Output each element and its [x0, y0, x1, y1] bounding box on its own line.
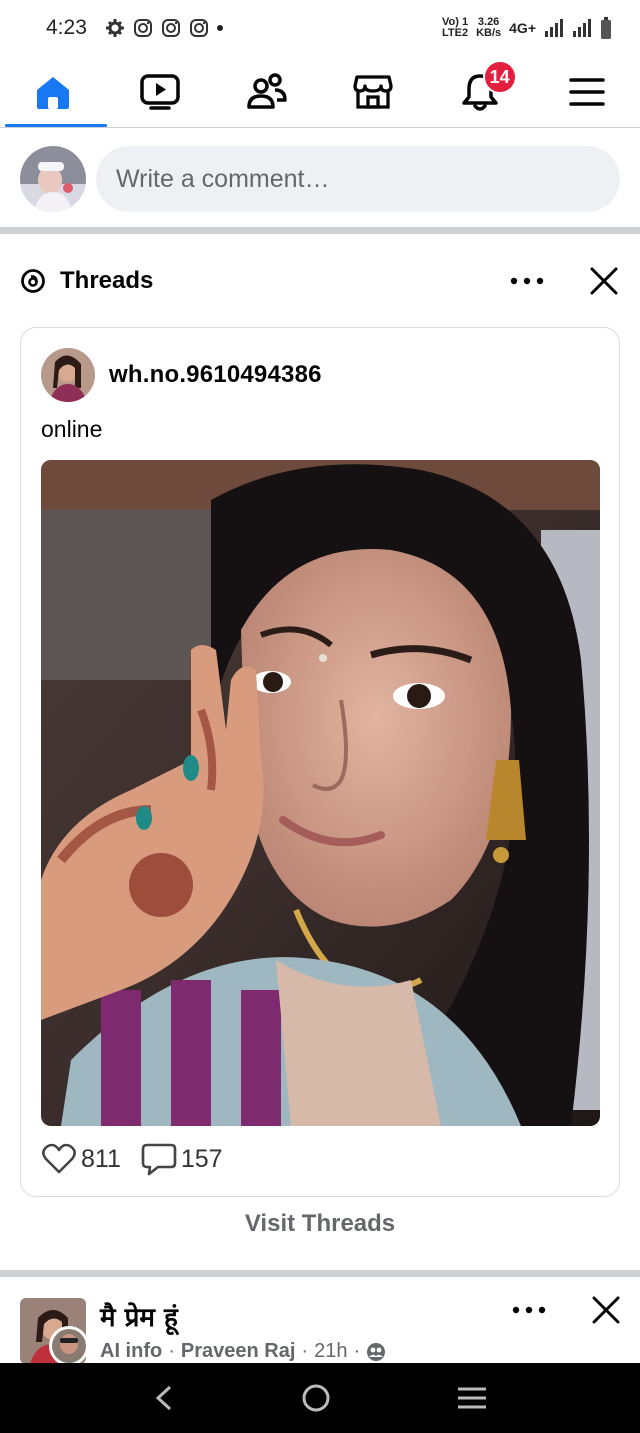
group-audience-icon — [367, 1342, 386, 1361]
next-post-author[interactable]: Praveen Raj — [181, 1340, 296, 1363]
next-post-title[interactable]: मै प्रेम हूं — [100, 1298, 178, 1334]
instagram-icon — [189, 19, 208, 37]
settings-icon — [105, 19, 124, 37]
avatar-photo — [20, 146, 86, 212]
status-notification-icons — [105, 18, 223, 38]
tab-friends[interactable] — [213, 56, 320, 127]
speed-unit: KB/s — [476, 27, 502, 39]
comment-stat[interactable]: 157 — [141, 1142, 223, 1176]
comment-icon — [141, 1143, 177, 1176]
recents-icon[interactable] — [456, 1385, 488, 1411]
status-bar: 4:23 Vo) 1 LTE2 3.26 KB/s 4G+ — [0, 0, 640, 56]
post-author[interactable]: wh.no.9610494386 — [41, 348, 322, 402]
network-speed: 3.26 KB/s — [476, 17, 501, 39]
home-icon — [37, 76, 70, 109]
tab-video[interactable] — [107, 56, 214, 127]
section-divider — [0, 227, 640, 234]
menu-icon — [568, 77, 605, 106]
top-nav-bar: 14 — [0, 56, 640, 128]
post-username[interactable]: wh.no.9610494386 — [109, 361, 322, 389]
next-post-meta: AI info · Praveen Raj · 21h · — [100, 1340, 386, 1363]
next-post-avatar[interactable] — [20, 1298, 89, 1364]
like-stat[interactable]: 811 — [41, 1143, 121, 1175]
battery-icon — [601, 17, 611, 39]
status-time: 4:23 — [46, 16, 87, 39]
visit-threads-link[interactable]: Visit Threads — [0, 1210, 640, 1238]
threads-title: Threads — [60, 267, 154, 294]
meta-separator: · — [353, 1340, 361, 1362]
tab-home[interactable] — [0, 56, 107, 127]
status-right: Vo) 1 LTE2 3.26 KB/s 4G+ — [442, 17, 612, 39]
post-text: online — [41, 416, 103, 442]
next-post-header: मै प्रेम हूं AI info · Praveen Raj · 21h… — [0, 1280, 640, 1364]
tab-marketplace[interactable] — [320, 56, 427, 127]
meta-separator: · — [301, 1340, 309, 1362]
heart-icon — [42, 1143, 76, 1174]
tab-menu[interactable] — [533, 56, 640, 127]
lte-label: LTE2 — [442, 27, 469, 39]
more-notifications-dot-icon — [216, 25, 223, 31]
section-divider — [0, 1270, 640, 1277]
video-icon — [140, 73, 180, 110]
threads-header: Threads — [0, 250, 640, 312]
tab-notifications[interactable]: 14 — [427, 56, 534, 127]
meta-separator: · — [168, 1340, 175, 1362]
group-avatar-photo — [20, 1298, 89, 1364]
next-post-time: 21h — [314, 1340, 348, 1362]
comment-input[interactable]: Write a comment… — [96, 146, 620, 212]
instagram-icon — [161, 19, 180, 37]
like-count: 811 — [81, 1144, 121, 1173]
home-circle-icon[interactable] — [301, 1383, 331, 1413]
system-nav-bar — [0, 1363, 640, 1433]
threads-post-card[interactable]: wh.no.9610494386 online 811 157 — [20, 327, 620, 1197]
ai-info-label[interactable]: AI info — [100, 1340, 162, 1363]
back-icon[interactable] — [152, 1384, 176, 1412]
post-image[interactable] — [41, 460, 600, 1126]
avatar[interactable] — [41, 348, 95, 402]
more-options-icon[interactable] — [512, 1306, 546, 1314]
instagram-icon — [133, 19, 152, 37]
friends-icon — [246, 72, 287, 109]
threads-logo-icon — [21, 269, 45, 293]
current-user-avatar[interactable] — [20, 146, 86, 212]
volte-indicator: Vo) 1 LTE2 — [442, 17, 468, 39]
next-post-actions — [512, 1296, 620, 1324]
network-type: 4G+ — [509, 19, 536, 36]
threads-header-actions — [510, 267, 620, 295]
author-avatar-photo — [41, 348, 95, 402]
more-options-icon[interactable] — [510, 277, 544, 285]
close-icon[interactable] — [592, 1296, 620, 1324]
signal-icon — [545, 19, 563, 37]
close-icon[interactable] — [590, 267, 618, 295]
comment-composer: Write a comment… — [0, 130, 640, 228]
post-stats: 811 157 — [41, 1142, 243, 1176]
signal-icon — [573, 19, 591, 37]
marketplace-icon — [353, 74, 393, 109]
comment-count: 157 — [180, 1144, 223, 1173]
notification-count-badge: 14 — [482, 60, 517, 94]
post-photo — [41, 460, 600, 1126]
